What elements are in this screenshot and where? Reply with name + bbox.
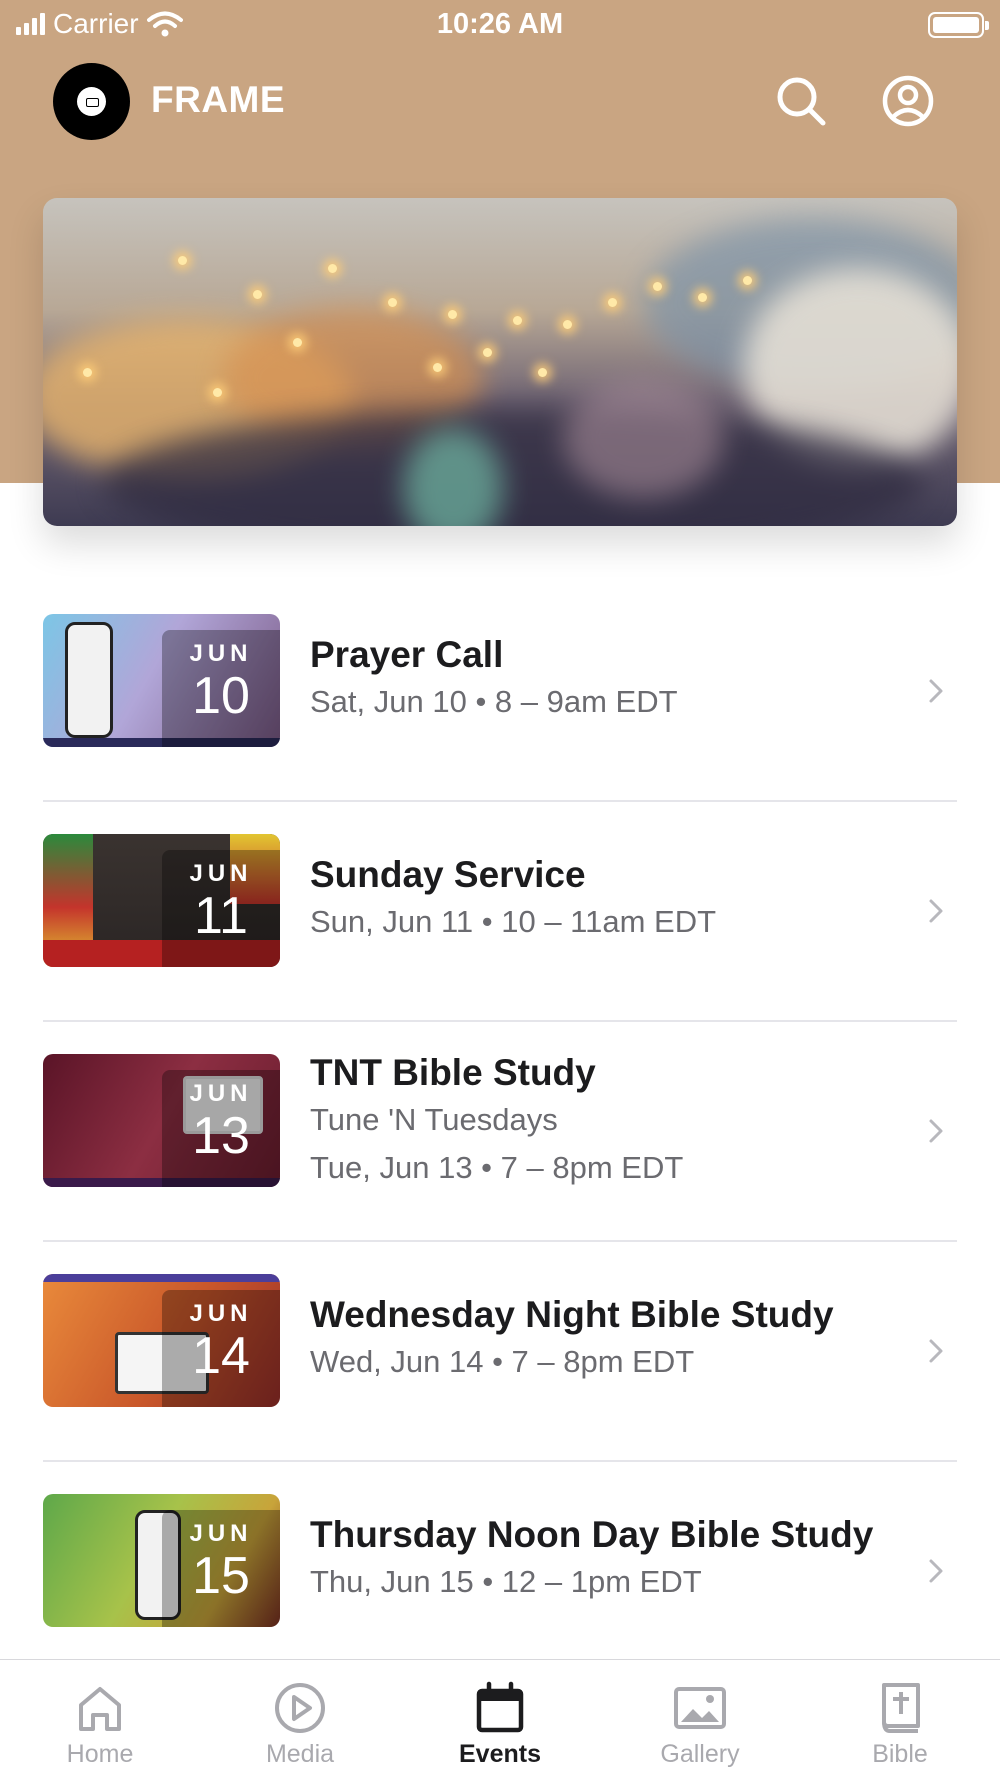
app-header: FRAME (0, 60, 1000, 140)
event-title: Wednesday Night Bible Study (310, 1294, 834, 1335)
tab-bible[interactable]: Bible (800, 1660, 1000, 1778)
home-icon (79, 1687, 121, 1731)
search-button[interactable] (773, 73, 829, 129)
event-month: JUN (189, 640, 253, 667)
event-datetime: Sat, Jun 10 • 8 – 9am EDT (310, 684, 678, 719)
tab-gallery[interactable]: Gallery (600, 1660, 800, 1778)
event-title: Prayer Call (310, 634, 504, 675)
event-month: JUN (189, 860, 253, 887)
event-datetime: Wed, Jun 14 • 7 – 8pm EDT (310, 1344, 695, 1379)
tab-bar: Home Media Events Gallery Bible (0, 1659, 1000, 1778)
event-row[interactable]: JUN 15 Thursday Noon Day Bible Study Thu… (43, 1462, 957, 1682)
tab-media[interactable]: Media (200, 1660, 400, 1778)
chevron-right-icon (929, 1559, 943, 1583)
event-thumbnail: JUN 14 (43, 1274, 280, 1407)
event-month: JUN (189, 1520, 253, 1547)
event-day: 13 (192, 1107, 250, 1165)
events-list: JUN 10 Prayer Call Sat, Jun 10 • 8 – 9am… (43, 582, 957, 1682)
event-subtitle: Tune 'N Tuesdays (310, 1102, 558, 1137)
event-row[interactable]: JUN 14 Wednesday Night Bible Study Wed, … (43, 1242, 957, 1462)
bible-icon (882, 1683, 920, 1733)
event-day: 11 (194, 887, 248, 945)
event-row[interactable]: JUN 10 Prayer Call Sat, Jun 10 • 8 – 9am… (43, 582, 957, 802)
app-title: FRAME (151, 79, 286, 120)
chevron-right-icon (929, 679, 943, 703)
event-thumbnail: JUN 11 (43, 834, 280, 967)
tab-label: Media (265, 1740, 335, 1768)
event-month: JUN (189, 1300, 253, 1327)
featured-banner-image[interactable] (43, 198, 957, 526)
tab-label: Events (459, 1740, 541, 1768)
event-row[interactable]: JUN 13 TNT Bible Study Tune 'N Tuesdays … (43, 1022, 957, 1242)
event-thumbnail: JUN 10 (43, 614, 280, 747)
chevron-right-icon (929, 899, 943, 923)
event-day: 10 (192, 667, 250, 725)
user-icon (882, 75, 934, 127)
status-time: 10:26 AM (436, 8, 564, 40)
event-title: Thursday Noon Day Bible Study (310, 1514, 874, 1555)
profile-button[interactable] (880, 73, 936, 129)
status-bar: Carrier 10:26 AM (0, 0, 1000, 50)
event-month: JUN (189, 1080, 253, 1107)
chevron-right-icon (929, 1339, 943, 1363)
event-title: Sunday Service (310, 854, 586, 895)
tab-label: Bible (872, 1740, 928, 1768)
event-datetime: Thu, Jun 15 • 12 – 1pm EDT (310, 1564, 702, 1599)
event-day: 14 (192, 1327, 250, 1385)
battery-icon (928, 12, 989, 38)
tab-events[interactable]: Events (400, 1660, 600, 1778)
event-thumbnail: JUN 15 (43, 1494, 280, 1627)
event-datetime: Tue, Jun 13 • 7 – 8pm EDT (310, 1150, 684, 1185)
chevron-right-icon (929, 1119, 943, 1143)
search-icon (777, 77, 826, 126)
image-icon (674, 1687, 726, 1729)
calendar-icon (476, 1681, 524, 1733)
event-thumbnail: JUN 13 (43, 1054, 280, 1187)
event-title: TNT Bible Study (310, 1052, 596, 1093)
tab-home[interactable]: Home (0, 1660, 200, 1778)
tab-label: Gallery (660, 1740, 740, 1768)
event-day: 15 (192, 1547, 250, 1605)
app-logo (53, 63, 130, 140)
event-datetime: Sun, Jun 11 • 10 – 11am EDT (310, 904, 717, 939)
tab-label: Home (66, 1740, 134, 1768)
play-circle-icon (275, 1683, 325, 1733)
event-row[interactable]: JUN 11 Sunday Service Sun, Jun 11 • 10 –… (43, 802, 957, 1022)
